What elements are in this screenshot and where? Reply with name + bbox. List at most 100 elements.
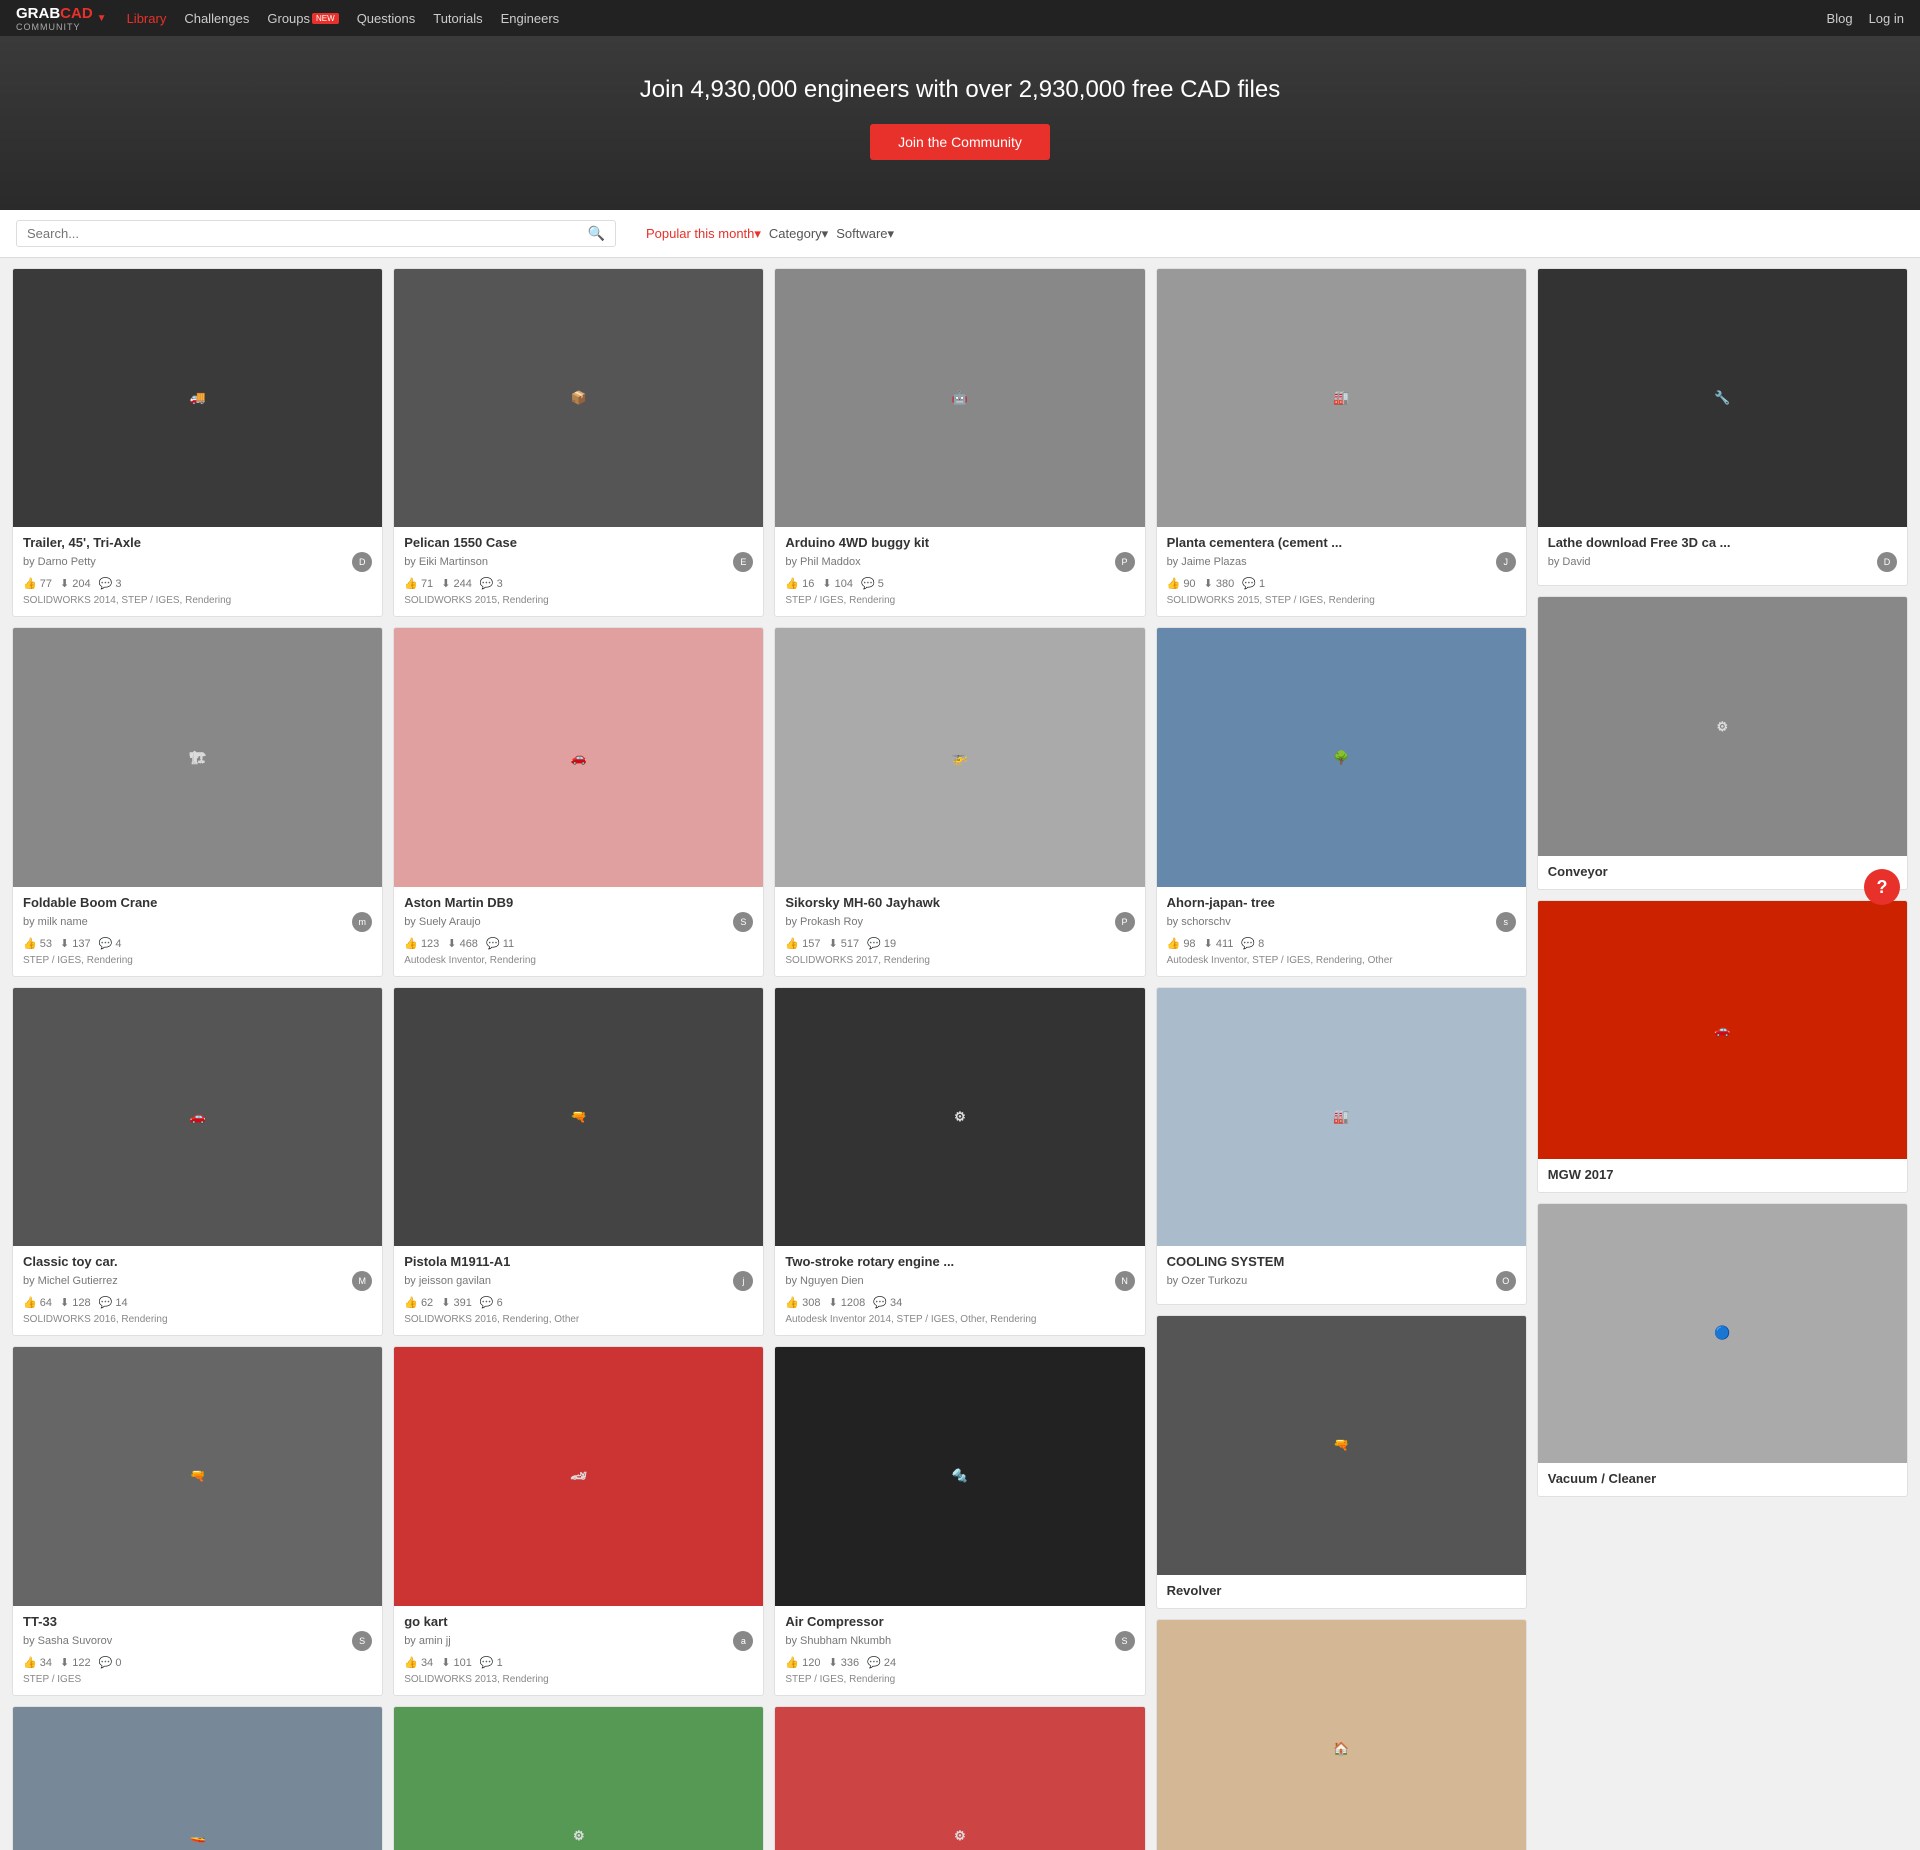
avatar: j	[733, 1271, 753, 1291]
card-title: MGW 2017	[1548, 1167, 1897, 1182]
card-image-wrap: 🔫	[13, 1347, 382, 1605]
nav-challenges[interactable]: Challenges	[184, 11, 249, 26]
card-title: Ahorn-japan- tree	[1167, 895, 1516, 910]
card-red-car[interactable]: 🚗 MGW 2017	[1537, 900, 1908, 1193]
card-image-wrap: 🚗	[13, 988, 382, 1246]
likes-stat: 👍 90	[1167, 577, 1196, 590]
card-image: 🏎	[394, 1347, 763, 1605]
card-title: Pelican 1550 Case	[404, 535, 753, 550]
card-lathe[interactable]: 🔧 Lathe download Free 3D ca ... by David…	[1537, 268, 1908, 586]
card-author: by Nguyen Dien N	[785, 1271, 1134, 1291]
popular-filter-button[interactable]: Popular this month▾	[646, 226, 761, 242]
card-image-wrap: 📦	[394, 269, 763, 527]
card-body: Revolver	[1157, 1575, 1526, 1608]
likes-stat: 👍 77	[23, 577, 52, 590]
card-air-compressor[interactable]: 🔩 Air Compressor by Shubham Nkumbh S 👍 1…	[774, 1346, 1145, 1695]
card-body: MGW 2017	[1538, 1159, 1907, 1192]
card-image-wrap: 🏠	[1157, 1620, 1526, 1850]
card-interior[interactable]: 🏠 Interior	[1156, 1619, 1527, 1850]
nav-groups[interactable]: Groups	[267, 11, 310, 26]
card-stats: 👍 16 ⬇ 104 💬 5	[785, 577, 1134, 590]
card-stats: 👍 64 ⬇ 128 💬 14	[23, 1296, 372, 1309]
card-image-wrap: 🏗	[13, 628, 382, 886]
nav-right: Blog Log in	[1827, 11, 1904, 26]
avatar: M	[352, 1271, 372, 1291]
card-classic-toy-car[interactable]: 🚗 Classic toy car. by Michel Gutierrez M…	[12, 987, 383, 1336]
comments-stat: 💬 0	[99, 1656, 122, 1669]
nav-blog[interactable]: Blog	[1827, 11, 1853, 26]
nav-login[interactable]: Log in	[1869, 11, 1904, 26]
likes-stat: 👍 34	[23, 1656, 52, 1669]
card-rotary[interactable]: ⚙ Two-stroke rotary engine ... by Nguyen…	[774, 987, 1145, 1336]
nav-tutorials[interactable]: Tutorials	[433, 11, 482, 26]
card-sikorsky[interactable]: 🚁 Sikorsky MH-60 Jayhawk by Prokash Roy …	[774, 627, 1145, 976]
card-author-name: by David	[1548, 556, 1591, 568]
card-image-wrap: 🏭	[1157, 269, 1526, 527]
card-revolver[interactable]: 🔫 Revolver	[1156, 1315, 1527, 1608]
nav-questions[interactable]: Questions	[357, 11, 416, 26]
card-trailer[interactable]: 🚚 Trailer, 45', Tri-Axle by Darno Petty …	[12, 268, 383, 617]
comments-stat: 💬 24	[867, 1656, 896, 1669]
nav-library[interactable]: Library	[127, 11, 167, 26]
card-conveyor[interactable]: ⚙ Conveyor	[1537, 596, 1908, 889]
card-foldable-boom[interactable]: 🏗 Foldable Boom Crane by milk name m 👍 5…	[12, 627, 383, 976]
card-tags: SOLIDWORKS 2017, Rendering	[785, 954, 1134, 968]
downloads-stat: ⬇ 380	[1204, 577, 1235, 590]
card-roller-pump[interactable]: ⚙ Roller pump by Vlad Syrkin V 👍 126 ⬇ 3…	[393, 1706, 764, 1850]
search-input[interactable]	[27, 226, 588, 241]
avatar: N	[1115, 1271, 1135, 1291]
search-input-wrap[interactable]: 🔍	[16, 220, 616, 247]
card-tt33[interactable]: 🔫 TT-33 by Sasha Suvorov S 👍 34 ⬇ 122 💬 …	[12, 1346, 383, 1695]
downloads-stat: ⬇ 411	[1204, 937, 1234, 950]
card-pelican[interactable]: 📦 Pelican 1550 Case by Eiki Martinson E …	[393, 268, 764, 617]
nav-engineers[interactable]: Engineers	[501, 11, 560, 26]
card-turbocraft[interactable]: 🚤 TurboCraft by milk name m 👍 85 ⬇ 186 💬…	[12, 1706, 383, 1850]
likes-stat: 👍 123	[404, 937, 439, 950]
card-title: Trailer, 45', Tri-Axle	[23, 535, 372, 550]
help-button[interactable]: ?	[1864, 869, 1900, 905]
card-body: TT-33 by Sasha Suvorov S 👍 34 ⬇ 122 💬 0 …	[13, 1606, 382, 1695]
card-pistol[interactable]: 🔫 Pistola M1911-A1 by jeisson gavilan j …	[393, 987, 764, 1336]
card-image: 📦	[394, 269, 763, 527]
card-author: by Prokash Roy P	[785, 912, 1134, 932]
comments-stat: 💬 5	[861, 577, 884, 590]
card-caster[interactable]: ⚙ 8 inch Heavy Duty Caster ... by Tamas …	[774, 1706, 1145, 1850]
card-title: Lathe download Free 3D ca ...	[1548, 535, 1897, 550]
card-gokart[interactable]: 🏎 go kart by amin jj a 👍 34 ⬇ 101 💬 1 SO…	[393, 1346, 764, 1695]
downloads-stat: ⬇ 204	[60, 577, 91, 590]
card-vacuum[interactable]: 🔵 Vacuum / Cleaner	[1537, 1203, 1908, 1496]
hero-section: Join 4,930,000 engineers with over 2,930…	[0, 36, 1920, 210]
card-body: Aston Martin DB9 by Suely Araujo S 👍 123…	[394, 887, 763, 976]
brand[interactable]: GRABCAD COMMUNITY ▼	[16, 5, 107, 32]
card-planta[interactable]: 🏭 Planta cementera (cement ... by Jaime …	[1156, 268, 1527, 617]
card-author: by milk name m	[23, 912, 372, 932]
card-cooling[interactable]: 🏭 COOLING SYSTEM by Ozer Turkozu O	[1156, 987, 1527, 1305]
card-ahorn[interactable]: 🌳 Ahorn-japan- tree by schorschv s 👍 98 …	[1156, 627, 1527, 976]
card-image-wrap: 🔵	[1538, 1204, 1907, 1462]
downloads-stat: ⬇ 391	[441, 1296, 472, 1309]
software-filter-button[interactable]: Software▾	[836, 226, 894, 242]
filter-section: Popular this month▾ Category▾ Software▾	[646, 226, 894, 242]
avatar: E	[733, 552, 753, 572]
card-body: Arduino 4WD buggy kit by Phil Maddox P 👍…	[775, 527, 1144, 616]
card-author-name: by Suely Araujo	[404, 916, 480, 928]
category-filter-button[interactable]: Category▾	[769, 226, 828, 242]
card-body: Classic toy car. by Michel Gutierrez M 👍…	[13, 1246, 382, 1335]
downloads-stat: ⬇ 137	[60, 937, 91, 950]
card-author: by schorschv s	[1167, 912, 1516, 932]
brand-grab: GRAB	[16, 5, 60, 22]
avatar: a	[733, 1631, 753, 1651]
card-aston[interactable]: 🚗 Aston Martin DB9 by Suely Araujo S 👍 1…	[393, 627, 764, 976]
card-author-name: by Jaime Plazas	[1167, 556, 1247, 568]
card-image: 🔵	[1538, 1204, 1907, 1462]
card-image-wrap: 🚗	[1538, 901, 1907, 1159]
card-author-name: by milk name	[23, 916, 88, 928]
join-community-button[interactable]: Join the Community	[870, 124, 1050, 160]
card-author: by Michel Gutierrez M	[23, 1271, 372, 1291]
card-image: 🤖	[775, 269, 1144, 527]
card-title: COOLING SYSTEM	[1167, 1254, 1516, 1269]
card-tags: Autodesk Inventor 2014, STEP / IGES, Oth…	[785, 1313, 1134, 1327]
avatar: S	[1115, 1631, 1135, 1651]
card-arduino[interactable]: 🤖 Arduino 4WD buggy kit by Phil Maddox P…	[774, 268, 1145, 617]
comments-stat: 💬 1	[1242, 577, 1265, 590]
